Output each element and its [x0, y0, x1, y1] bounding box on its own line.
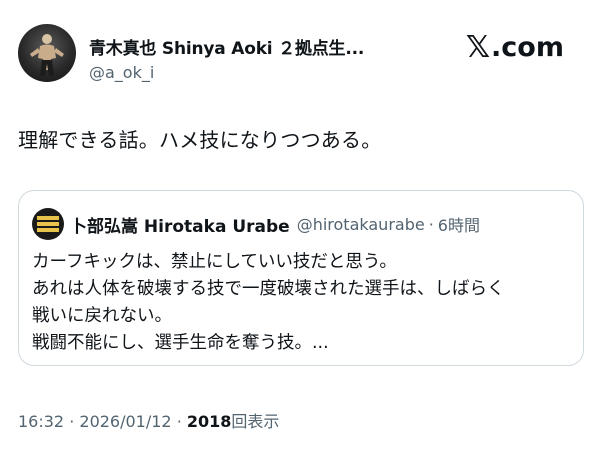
- tweet-date[interactable]: 2026/01/12: [79, 412, 171, 431]
- tweet-header: 青木真也 Shinya Aoki ２拠点生... @a_ok_i 𝕏 .com: [18, 20, 570, 86]
- quoted-tweet-line: あれは人体を破壊する技で一度破壊された選手は、しばらく: [32, 279, 505, 299]
- separator-dot: ·: [428, 214, 434, 234]
- quoted-tweet-card[interactable]: 卜部弘嵩 Hirotaka Urabe @hirotakaurabe · 6時間…: [18, 190, 584, 366]
- avatar-stripe: [37, 222, 59, 226]
- meta-separator: ·: [176, 412, 182, 431]
- fighter-silhouette-icon: [30, 34, 64, 76]
- author-handle[interactable]: @a_ok_i: [89, 63, 364, 82]
- quoted-tweet-line: 戦いに戻れない。: [32, 306, 172, 326]
- tweet-text: 理解できる話。ハメ技になりつつある。: [18, 128, 382, 152]
- avatar-stripe: [37, 216, 59, 220]
- views-label: 回表示: [231, 412, 280, 431]
- quoted-tweet-body: カーフキックは、禁止にしていい技だと思う。 あれは人体を破壊する技で一度破壊され…: [32, 249, 505, 357]
- logo-text: .com: [491, 32, 564, 63]
- author-display-name[interactable]: 青木真也 Shinya Aoki ２拠点生...: [89, 34, 364, 59]
- quoted-tweet-line: 戦闘不能にし、選手生命を奪う技。...: [32, 333, 329, 353]
- tweet-time[interactable]: 16:32: [18, 412, 64, 431]
- author-avatar[interactable]: [18, 24, 76, 82]
- quoted-author-avatar[interactable]: [32, 208, 64, 240]
- quoted-author-name[interactable]: 卜部弘嵩 Hirotaka Urabe: [70, 212, 290, 237]
- quoted-author-handle[interactable]: @hirotakaurabe: [297, 215, 425, 234]
- author-info: 青木真也 Shinya Aoki ２拠点生... @a_ok_i: [89, 34, 364, 82]
- quoted-tweet-line: カーフキックは、禁止にしていい技だと思う。: [32, 252, 397, 272]
- quoted-tweet-time[interactable]: 6時間: [438, 212, 480, 236]
- views-count: 2018: [186, 412, 232, 431]
- tweet-meta: 16:32 · 2026/01/12 · 2018回表示: [18, 408, 279, 432]
- meta-separator: ·: [69, 412, 75, 431]
- x-logo-icon: 𝕏: [465, 30, 491, 65]
- avatar-stripe: [37, 228, 59, 232]
- x-com-logo: 𝕏 .com: [466, 30, 564, 65]
- quoted-tweet-header: 卜部弘嵩 Hirotaka Urabe @hirotakaurabe · 6時間: [32, 208, 480, 240]
